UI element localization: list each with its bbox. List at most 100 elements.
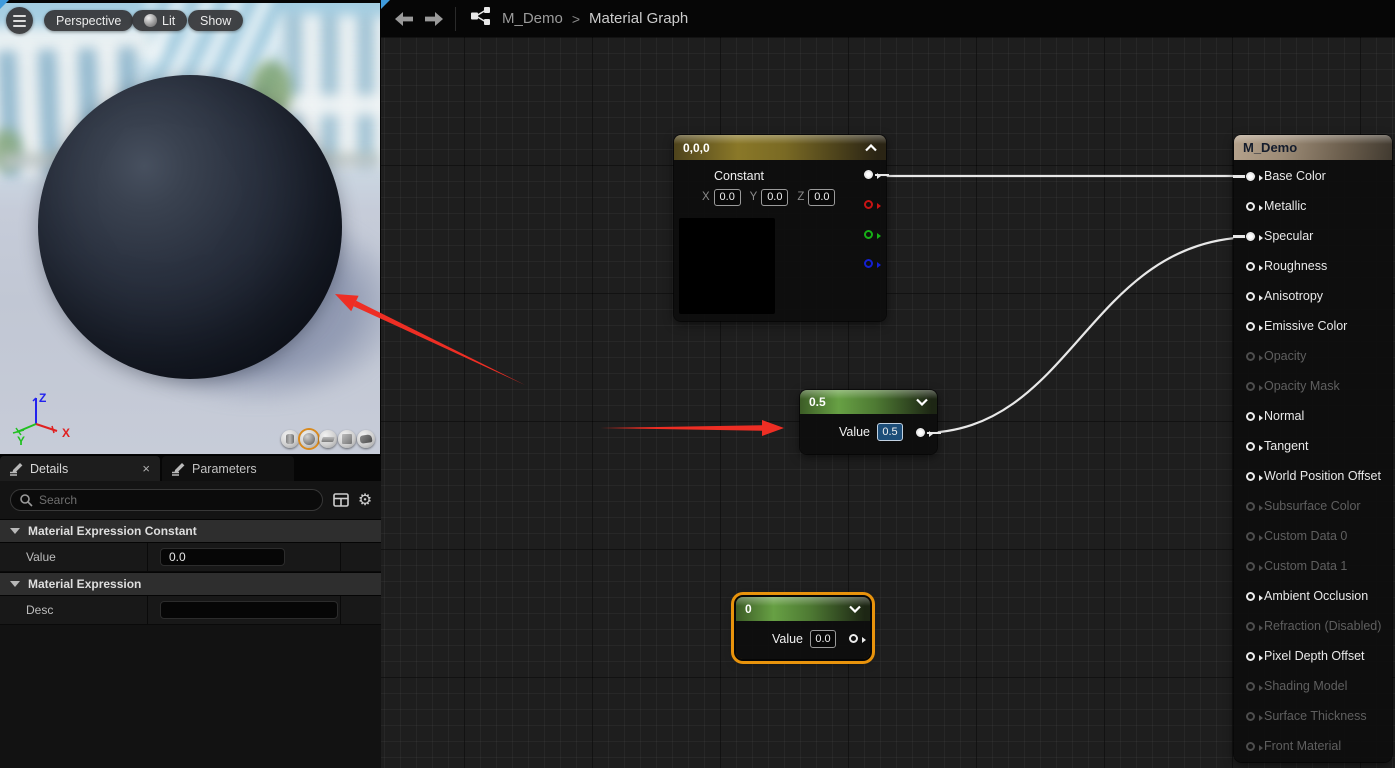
forward-arrow-button[interactable] <box>419 7 449 31</box>
pin-circle-icon[interactable] <box>1246 442 1255 451</box>
output-pin-blue[interactable] <box>864 259 873 268</box>
pin-circle-icon[interactable] <box>1246 232 1255 241</box>
mesh-teapot-button[interactable] <box>357 430 375 448</box>
pin-circle-icon[interactable] <box>1246 622 1255 631</box>
material-pin-row[interactable]: World Position Offset <box>1234 461 1392 491</box>
details-search-row: ⚙ <box>0 481 381 519</box>
output-pin[interactable] <box>916 428 925 437</box>
node-constant-05-header[interactable]: 0.5 <box>800 390 937 414</box>
material-graph-panel: M_Demo > Material Graph 0,0,0 Constant X… <box>381 0 1395 768</box>
material-pin-row[interactable]: Refraction (Disabled) <box>1234 611 1392 641</box>
back-arrow-button[interactable] <box>389 7 419 31</box>
lit-mode-button[interactable]: Lit <box>132 10 187 31</box>
settings-gear-icon[interactable]: ⚙ <box>355 491 375 509</box>
output-pin[interactable] <box>849 634 858 643</box>
node-material-result-header[interactable]: M_Demo <box>1234 135 1392 160</box>
pin-circle-icon[interactable] <box>1246 472 1255 481</box>
desc-input[interactable] <box>160 601 338 619</box>
y-value-field[interactable]: 0.0 <box>761 189 788 206</box>
material-pin-row[interactable]: Anisotropy <box>1234 281 1392 311</box>
material-pin-row[interactable]: Emissive Color <box>1234 311 1392 341</box>
z-label: Z <box>797 191 804 203</box>
material-pin-row[interactable]: Opacity <box>1234 341 1392 371</box>
preview-viewport-panel[interactable]: Perspective Lit Show Z X <box>0 0 381 455</box>
output-pin-red[interactable] <box>864 200 873 209</box>
pin-circle-icon[interactable] <box>1246 322 1255 331</box>
value-field[interactable]: 0.0 <box>810 630 836 648</box>
perspective-button[interactable]: Perspective <box>44 10 133 31</box>
display-filter-icon[interactable] <box>331 491 351 509</box>
tab-parameters[interactable]: Parameters <box>162 456 294 481</box>
z-value-field[interactable]: 0.0 <box>808 189 835 206</box>
material-pin-row[interactable]: Base Color <box>1234 161 1392 191</box>
pin-label: Front Material <box>1264 739 1341 753</box>
mesh-sphere-button[interactable] <box>300 430 318 448</box>
node-material-result[interactable]: M_Demo Base Color Metallic <box>1234 135 1392 762</box>
toolbar-separator <box>455 7 456 31</box>
pin-circle-icon[interactable] <box>1246 502 1255 511</box>
lit-label: Lit <box>162 14 175 28</box>
pin-circle-icon[interactable] <box>1246 682 1255 691</box>
pin-circle-icon[interactable] <box>1246 412 1255 421</box>
node-constant-05[interactable]: 0.5 Value 0.5 <box>800 390 937 454</box>
material-pin-row[interactable]: Custom Data 0 <box>1234 521 1392 551</box>
material-pin-row[interactable]: Pixel Depth Offset <box>1234 641 1392 671</box>
pin-circle-icon[interactable] <box>1246 352 1255 361</box>
pin-circle-icon[interactable] <box>1246 292 1255 301</box>
material-pin-row[interactable]: Specular <box>1234 221 1392 251</box>
mesh-cube-button[interactable] <box>338 430 356 448</box>
pin-circle-icon[interactable] <box>1246 592 1255 601</box>
material-pin-row[interactable]: Opacity Mask <box>1234 371 1392 401</box>
collapse-triangle-icon <box>10 528 20 534</box>
section-material-expression-constant[interactable]: Material Expression Constant <box>0 519 381 543</box>
material-pin-row[interactable]: Tangent <box>1234 431 1392 461</box>
material-pin-row[interactable]: Normal <box>1234 401 1392 431</box>
breadcrumb-separator: > <box>572 11 580 27</box>
search-input[interactable] <box>39 493 314 507</box>
search-box[interactable] <box>10 489 323 511</box>
mesh-cylinder-button[interactable] <box>281 430 299 448</box>
material-pin-row[interactable]: Ambient Occlusion <box>1234 581 1392 611</box>
tab-close-icon[interactable]: × <box>142 462 150 475</box>
chevron-down-icon[interactable] <box>849 605 861 613</box>
pin-label: World Position Offset <box>1264 469 1381 483</box>
pin-circle-icon[interactable] <box>1246 712 1255 721</box>
preview-mesh-buttons <box>281 430 375 448</box>
pin-circle-icon[interactable] <box>1246 172 1255 181</box>
material-pin-row[interactable]: Metallic <box>1234 191 1392 221</box>
pin-circle-icon[interactable] <box>1246 262 1255 271</box>
preview-3d-scene[interactable]: Perspective Lit Show Z X <box>0 3 380 454</box>
x-value-field[interactable]: 0.0 <box>714 189 741 206</box>
material-pin-row[interactable]: Subsurface Color <box>1234 491 1392 521</box>
pin-circle-icon[interactable] <box>1246 202 1255 211</box>
material-pin-row[interactable]: Front Material <box>1234 731 1392 761</box>
mesh-plane-button[interactable] <box>319 430 337 448</box>
desc-row: Desc <box>0 596 381 625</box>
pin-circle-icon[interactable] <box>1246 652 1255 661</box>
node-constant3vector[interactable]: 0,0,0 Constant X 0.0 Y 0.0 Z 0.0 <box>674 135 886 321</box>
section-material-expression[interactable]: Material Expression <box>0 572 381 596</box>
node-constant-0-header[interactable]: 0 <box>736 597 870 621</box>
material-pin-row[interactable]: Roughness <box>1234 251 1392 281</box>
node-constant-0-selected[interactable]: 0 Value 0.0 <box>736 597 870 659</box>
node-constant3vector-header[interactable]: 0,0,0 <box>674 135 886 160</box>
pin-circle-icon[interactable] <box>1246 532 1255 541</box>
pin-circle-icon[interactable] <box>1246 382 1255 391</box>
output-pin-green[interactable] <box>864 230 873 239</box>
material-pin-row[interactable]: Custom Data 1 <box>1234 551 1392 581</box>
graph-toolbar: M_Demo > Material Graph <box>381 0 1395 37</box>
pin-label: Pixel Depth Offset <box>1264 649 1365 663</box>
chevron-up-icon[interactable] <box>865 144 877 152</box>
viewport-menu-button[interactable] <box>6 7 33 34</box>
material-pin-row[interactable]: Surface Thickness <box>1234 701 1392 731</box>
output-pin-rgb[interactable] <box>864 170 873 179</box>
tab-details[interactable]: Details × <box>0 456 160 481</box>
chevron-down-icon[interactable] <box>916 398 928 406</box>
material-pin-row[interactable]: Shading Model <box>1234 671 1392 701</box>
show-button[interactable]: Show <box>188 10 243 31</box>
value-input[interactable] <box>160 548 285 566</box>
value-field[interactable]: 0.5 <box>877 423 903 441</box>
breadcrumb-root[interactable]: M_Demo <box>502 10 563 27</box>
pin-circle-icon[interactable] <box>1246 562 1255 571</box>
pin-circle-icon[interactable] <box>1246 742 1255 751</box>
